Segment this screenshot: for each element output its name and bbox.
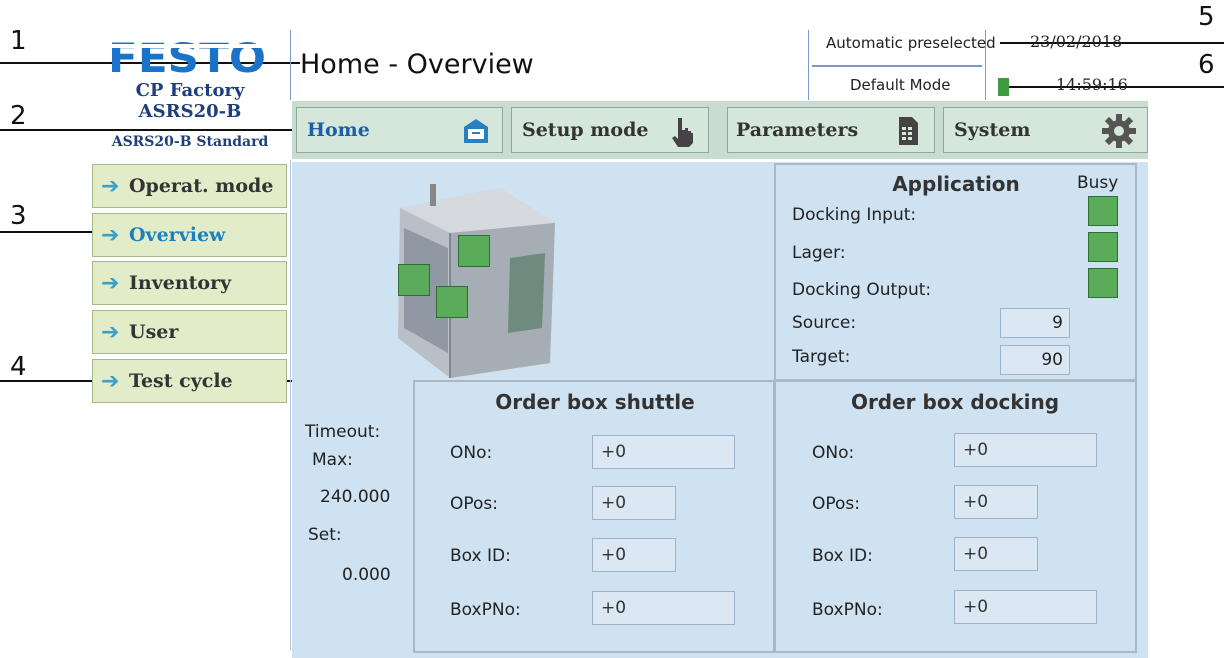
status-underline (812, 65, 982, 67)
page-title: Home - Overview (300, 49, 534, 80)
sidebar-item-label: User (129, 321, 179, 343)
cabinet-icon (460, 115, 492, 147)
shuttle-box-id-field[interactable]: +0 (592, 538, 676, 572)
shuttle-ono-field[interactable]: +0 (592, 435, 735, 469)
arrow-right-icon: ➔ (101, 222, 120, 248)
sidebar-item-test-cycle[interactable]: ➔ Test cycle (92, 359, 287, 403)
docking-input-label: Docking Input: (792, 205, 917, 225)
arrow-right-icon: ➔ (101, 173, 120, 199)
timeout-set-value: 0.000 (342, 565, 391, 585)
lager-label: Lager: (792, 243, 846, 263)
festo-logo: FESTO (108, 34, 268, 82)
tab-setup-mode-label: Setup mode (522, 119, 649, 141)
sidebar-item-label: Operat. mode (129, 175, 274, 197)
shuttle-ono-label: ONo: (450, 443, 493, 463)
svg-text:FESTO: FESTO (108, 36, 266, 80)
shuttle-boxpno-label: BoxPNo: (450, 600, 521, 620)
docking-input-busy-indicator (1088, 196, 1118, 226)
date-display: 23/02/2018 (1030, 32, 1123, 51)
source-value-field[interactable]: 9 (1000, 308, 1070, 338)
callout-line (0, 129, 305, 131)
shuttle-opos-field[interactable]: +0 (592, 486, 676, 520)
header-divider (290, 30, 291, 100)
docking-ono-field[interactable]: +0 (954, 433, 1097, 467)
brand-line-2: ASRS20-B (138, 101, 242, 122)
arrow-right-icon: ➔ (101, 270, 120, 296)
status-indicator (398, 264, 430, 296)
time-display: 14:59:16 (1056, 75, 1128, 94)
mode-status: Automatic preselected (826, 34, 996, 52)
arrow-right-icon: ➔ (101, 368, 120, 394)
status-indicator (436, 286, 468, 318)
docking-output-label: Docking Output: (792, 280, 932, 300)
brand-line-1: CP Factory (135, 80, 245, 101)
lager-busy-indicator (1088, 232, 1118, 262)
mode-name: Default Mode (850, 76, 951, 94)
sidebar-item-label: Inventory (129, 272, 232, 294)
sidebar-item-inventory[interactable]: ➔ Inventory (92, 261, 287, 305)
tab-setup-mode[interactable]: Setup mode (511, 107, 709, 153)
target-value-field[interactable]: 90 (1000, 345, 1070, 375)
sidebar-item-overview[interactable]: ➔ Overview (92, 213, 287, 257)
tab-home[interactable]: Home (296, 107, 503, 153)
tab-system-label: System (954, 119, 1031, 141)
timeout-max-label: Max: (312, 450, 353, 470)
docking-boxpno-label: BoxPNo: (812, 600, 883, 620)
shuttle-boxpno-field[interactable]: +0 (592, 591, 735, 625)
docking-opos-field[interactable]: +0 (954, 485, 1038, 519)
docking-ono-label: ONo: (812, 443, 855, 463)
source-label: Source: (792, 313, 857, 333)
callout-number: 5 (1198, 2, 1215, 32)
shuttle-opos-label: OPos: (450, 494, 499, 514)
docking-box-id-field[interactable]: +0 (954, 537, 1038, 571)
brand-line-3: ASRS20-B Standard (111, 134, 269, 150)
document-icon (892, 115, 924, 147)
status-indicator (458, 235, 490, 267)
timeout-label: Timeout: (305, 422, 381, 442)
mode-indicator (998, 78, 1009, 96)
arrow-right-icon: ➔ (101, 319, 120, 345)
shuttle-box-id-label: Box ID: (450, 546, 511, 566)
docking-opos-label: OPos: (812, 494, 861, 514)
callout-number: 6 (1198, 50, 1215, 80)
timeout-max-value: 240.000 (320, 487, 391, 507)
target-label: Target: (792, 347, 851, 367)
tab-home-label: Home (307, 119, 370, 141)
docking-box-id-label: Box ID: (812, 546, 873, 566)
gear-icon (1101, 113, 1137, 149)
callout-number: 4 (10, 352, 27, 382)
sidebar-item-label: Overview (129, 224, 226, 246)
hand-pointer-icon (666, 115, 698, 147)
tab-system[interactable]: System (943, 107, 1148, 153)
callout-number: 1 (10, 26, 27, 56)
callout-number: 3 (10, 201, 27, 231)
docking-boxpno-field[interactable]: +0 (954, 590, 1097, 624)
sidebar-item-user[interactable]: ➔ User (92, 310, 287, 354)
sidebar-item-operat-mode[interactable]: ➔ Operat. mode (92, 164, 287, 208)
order-box-docking-title: Order box docking (850, 390, 1060, 414)
application-title: Application (892, 172, 1020, 196)
busy-label: Busy (1077, 173, 1119, 193)
status-divider (808, 30, 809, 100)
tab-parameters[interactable]: Parameters (727, 107, 935, 153)
sidebar-divider (290, 160, 291, 650)
callout-number: 2 (10, 101, 27, 131)
order-box-shuttle-title: Order box shuttle (495, 390, 695, 414)
callout-line (0, 231, 100, 233)
timeout-set-label: Set: (308, 525, 342, 545)
sidebar-item-label: Test cycle (129, 370, 233, 392)
docking-output-busy-indicator (1088, 268, 1118, 298)
tab-parameters-label: Parameters (736, 119, 859, 141)
